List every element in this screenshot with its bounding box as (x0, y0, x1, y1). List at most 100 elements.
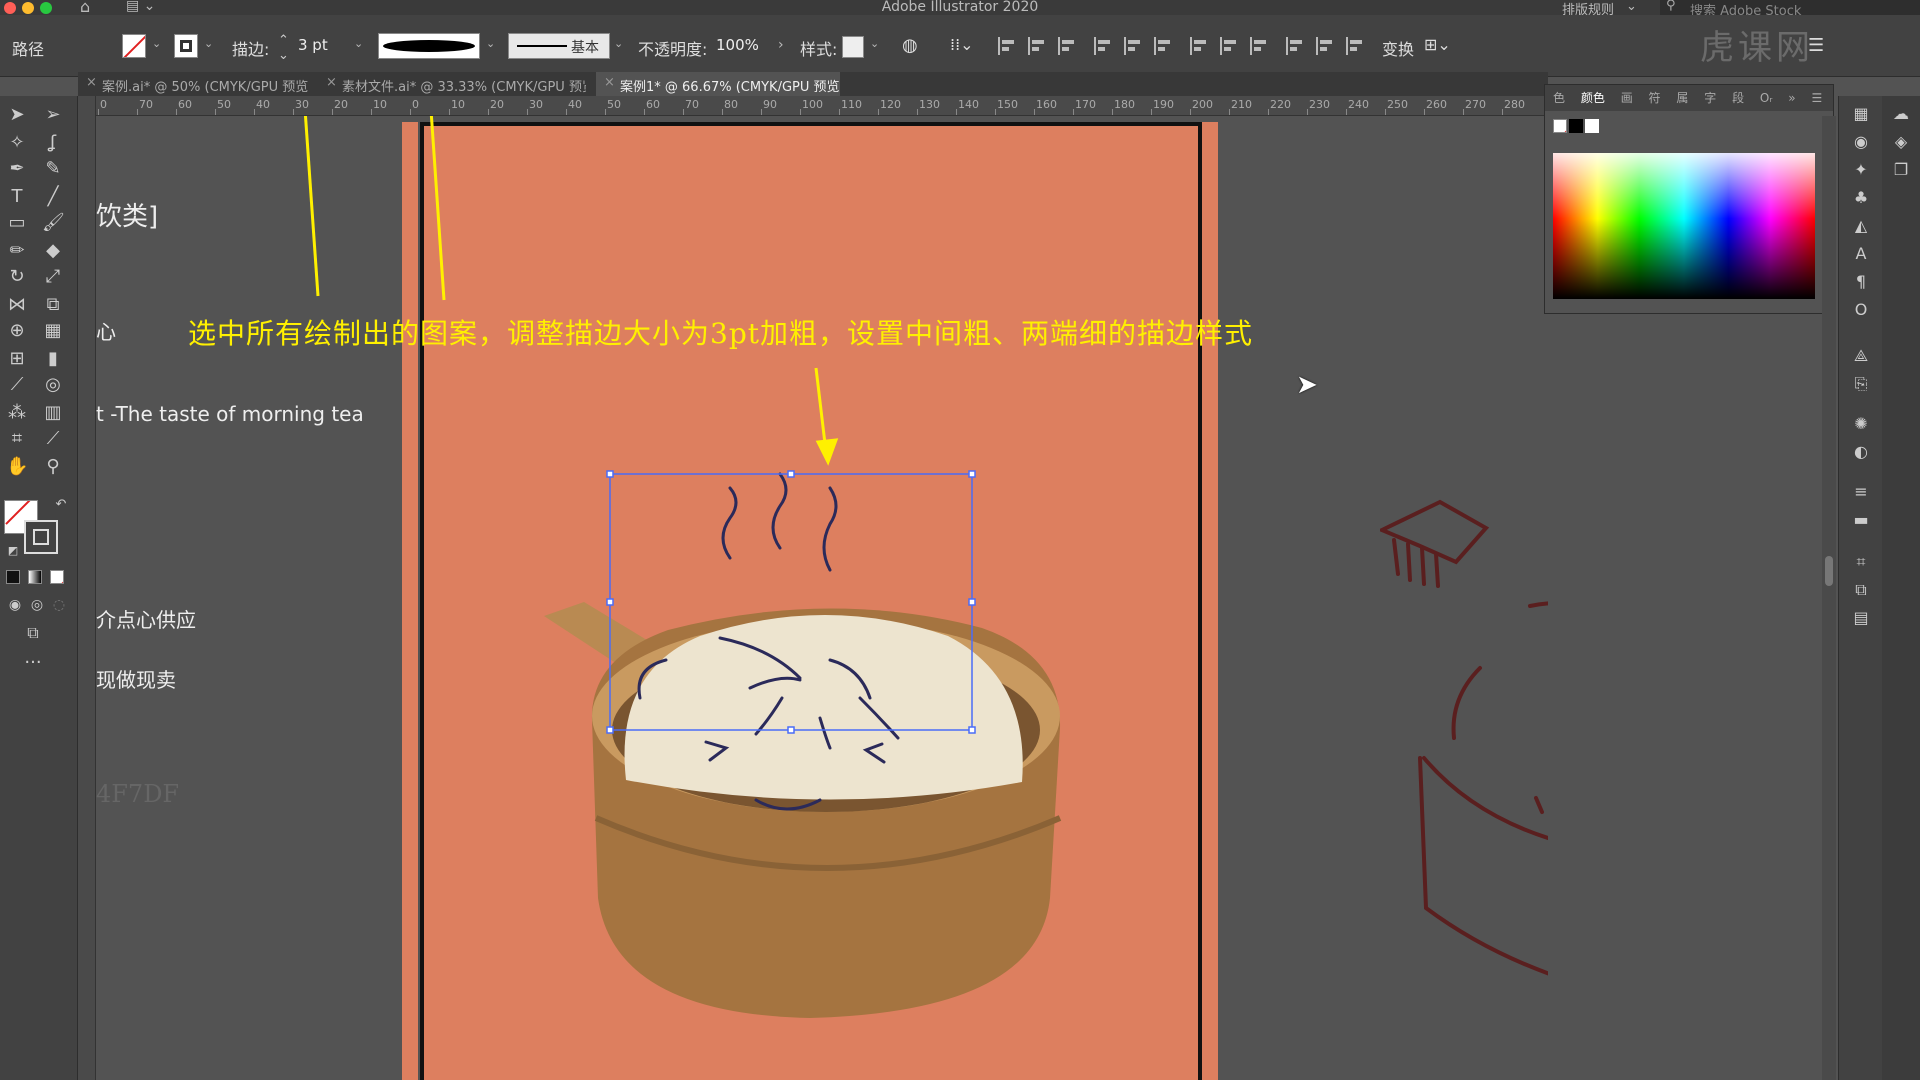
align-horizontal-center-icon[interactable] (1028, 37, 1046, 55)
transparency-icon[interactable]: ◐ (1850, 442, 1872, 461)
align-vertical-center-icon[interactable] (1124, 37, 1142, 55)
shape-builder-tool-icon[interactable]: ⊕ (6, 320, 28, 342)
distribute-vcenter-icon[interactable] (1220, 37, 1238, 55)
brush-dropdown-icon[interactable]: ⌄ (614, 37, 623, 50)
white-swatch[interactable] (1585, 119, 1599, 133)
direct-selection-tool-icon[interactable]: ➢ (42, 104, 64, 126)
appearance-icon[interactable]: ◉ (1850, 132, 1872, 151)
variable-width-profile[interactable] (378, 33, 480, 59)
stroke-swatch[interactable] (174, 34, 198, 58)
fill-swatch[interactable] (122, 34, 146, 58)
tab-brushes[interactable]: 画 (1621, 91, 1633, 105)
symbols-icon[interactable]: ♣ (1850, 188, 1872, 207)
scrollbar-thumb[interactable] (1825, 556, 1833, 586)
tab-color[interactable]: 颜色 (1581, 91, 1605, 105)
slice-tool-icon[interactable]: ⟋ (42, 428, 64, 450)
lasso-tool-icon[interactable]: ʆ (42, 132, 64, 154)
perspective-grid-tool-icon[interactable]: ▦ (42, 320, 64, 342)
zoom-tool-icon[interactable]: ⚲ (42, 456, 64, 478)
pathfinder-icon[interactable]: ⧉ (1850, 580, 1872, 599)
graphic-style-swatch[interactable] (842, 36, 864, 58)
pencil-tool-icon[interactable]: ✏ (6, 240, 28, 262)
canvas-area[interactable]: 饮类] 心 t -The taste of morning tea 介点心供应 … (96, 116, 1548, 1080)
line-tool-icon[interactable]: ╱ (42, 186, 64, 208)
fill-dropdown-icon[interactable]: ⌄ (152, 37, 161, 50)
image-trace-icon[interactable]: ⟁ (1850, 346, 1872, 365)
stroke-color-box[interactable] (24, 520, 58, 554)
brush-definition[interactable]: 基本 (508, 33, 610, 59)
type-tool-icon[interactable]: T (6, 186, 28, 208)
scale-tool-icon[interactable]: ⤢ (42, 266, 64, 288)
tab-paragraph[interactable]: 段 (1732, 91, 1744, 105)
close-icon[interactable]: × (326, 75, 337, 90)
vertical-ruler[interactable] (78, 96, 96, 1080)
opacity-field[interactable]: 100% (710, 33, 774, 59)
eraser-tool-icon[interactable]: ◆ (42, 240, 64, 262)
properties-icon[interactable]: ▦ (1850, 104, 1872, 123)
distribute-hcenter-icon[interactable] (1316, 37, 1334, 55)
close-icon[interactable]: × (604, 75, 615, 90)
align-top-icon[interactable] (1094, 37, 1112, 55)
draw-inside-icon[interactable]: ◌ (48, 594, 70, 616)
none-mode-icon[interactable] (50, 570, 64, 584)
tab-document-1[interactable]: × 案例.ai* @ 50% (CMYK/GPU 预览) (78, 72, 308, 96)
distribute-top-icon[interactable] (1190, 37, 1208, 55)
default-colors-icon[interactable]: ◩ (2, 540, 24, 562)
width-tool-icon[interactable]: ⋈ (6, 294, 28, 316)
mesh-tool-icon[interactable]: ⊞ (6, 348, 28, 370)
align-right-icon[interactable] (1058, 37, 1076, 55)
align-left-icon[interactable] (998, 37, 1016, 55)
color-mode-icon[interactable] (6, 570, 20, 584)
rectangle-tool-icon[interactable]: ▭ (6, 212, 28, 234)
curvature-tool-icon[interactable]: ✎ (42, 158, 64, 180)
asset-export-icon[interactable]: ⎘ (1850, 374, 1872, 393)
stroke-stepper-icon[interactable]: ⌃ ⌄ (278, 33, 289, 63)
gradient-tool-icon[interactable]: ▮ (42, 348, 64, 370)
stroke-dropdown-icon[interactable]: ⌄ (204, 37, 213, 50)
magic-wand-tool-icon[interactable]: ✧ (6, 132, 28, 154)
panel-menu-icon[interactable]: ☰ (1811, 91, 1822, 105)
free-transform-tool-icon[interactable]: ⧉ (42, 294, 64, 316)
opentype-icon[interactable]: O (1850, 300, 1872, 319)
symbol-sprayer-tool-icon[interactable]: ⁂ (6, 402, 28, 424)
graphic-styles-icon[interactable]: ◭ (1850, 216, 1872, 235)
tab-document-2[interactable]: × 素材文件.ai* @ 33.33% (CMYK/GPU 预览) (318, 72, 586, 96)
stroke-weight-dropdown-icon[interactable]: ⌄ (354, 37, 363, 50)
color-spectrum[interactable] (1553, 153, 1815, 299)
transform-link[interactable]: 变换 (1382, 36, 1414, 60)
swap-fill-stroke-icon[interactable]: ↶ (50, 494, 72, 516)
paragraph-icon[interactable]: ¶ (1850, 272, 1872, 291)
stroke-panel-icon[interactable]: ≡ (1850, 482, 1872, 501)
libraries-icon[interactable]: ☁ (1890, 104, 1912, 123)
align-to-icon[interactable]: ⁞⁞⌄ (950, 35, 974, 54)
stroke-weight-field[interactable]: 3 pt (292, 33, 354, 59)
chevron-down-icon[interactable]: ⌄ (1626, 0, 1637, 14)
none-swatch[interactable] (1553, 119, 1567, 133)
rotate-tool-icon[interactable]: ↻ (6, 266, 28, 288)
vertical-scrollbar[interactable] (1822, 116, 1836, 1080)
edit-toolbar-icon[interactable]: ··· (22, 652, 44, 674)
distribute-right-icon[interactable] (1346, 37, 1364, 55)
column-graph-tool-icon[interactable]: ▥ (42, 402, 64, 424)
draw-behind-icon[interactable]: ◎ (26, 594, 48, 616)
brushes-icon[interactable]: ✦ (1850, 160, 1872, 179)
gradient-mode-icon[interactable] (28, 570, 42, 584)
profile-dropdown-icon[interactable]: ⌄ (486, 37, 495, 50)
align-bottom-icon[interactable] (1154, 37, 1172, 55)
distribute-left-icon[interactable] (1286, 37, 1304, 55)
recolor-icon[interactable]: ◍ (902, 35, 918, 56)
stock-search-input[interactable]: ⚲ 搜索 Adobe Stock (1660, 0, 1920, 19)
blend-tool-icon[interactable]: ◎ (42, 374, 64, 396)
tab-attributes[interactable]: 属 (1676, 91, 1688, 105)
opacity-arrow-icon[interactable]: › (778, 37, 784, 53)
align-panel-icon[interactable]: ▤ (1850, 608, 1872, 627)
close-icon[interactable]: × (86, 75, 97, 90)
distribute-bottom-icon[interactable] (1250, 37, 1268, 55)
artboards-icon[interactable]: ❐ (1890, 160, 1912, 179)
artboard-tool-icon[interactable]: ⌗ (6, 428, 28, 450)
eyedropper-tool-icon[interactable]: ⟋ (6, 374, 28, 396)
screen-mode-icon[interactable]: ⧉ (22, 622, 44, 644)
color-guide-icon[interactable]: ✺ (1850, 414, 1872, 433)
horizontal-ruler[interactable]: 0 70 60 50 40 30 20 10 0 10 20 30 40 50 60 70 80 90 100 110… (96, 96, 1548, 116)
tab-color-guide[interactable]: 色 (1553, 91, 1565, 105)
